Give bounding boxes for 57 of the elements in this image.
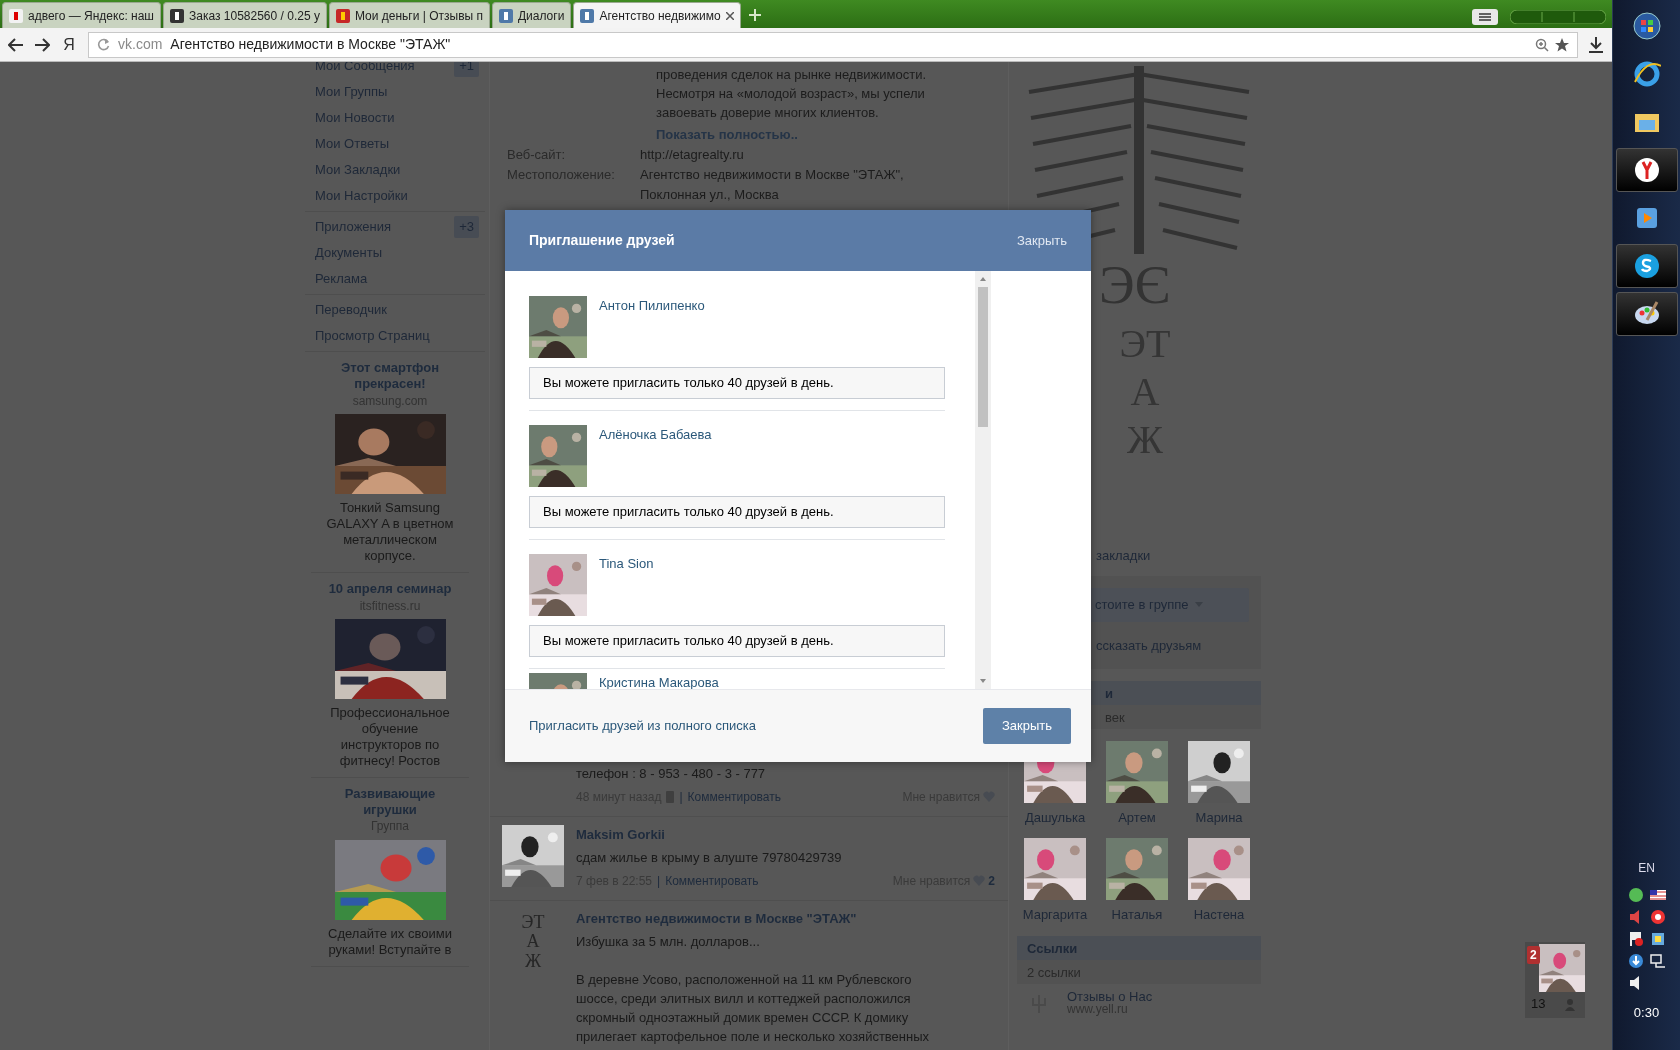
sidebar-item[interactable]: Реклама	[305, 266, 485, 292]
chat-widget[interactable]: 2 13	[1525, 942, 1585, 1018]
browser-tab[interactable]: Заказ 10582560 / 0.25 у	[163, 2, 327, 28]
field-value: Агентство недвижимости в Москве "ЭТАЖ", Поклонная ул., Москва	[640, 165, 904, 204]
bookmark-link[interactable]: закладки	[1096, 546, 1151, 566]
notice-message: Вы можете пригласить только 40 друзей в день.	[529, 496, 945, 528]
close-button[interactable]: Закрыть	[982, 708, 1071, 744]
separator: |	[657, 872, 661, 890]
sidebar-item[interactable]: Просмотр Страниц	[305, 323, 485, 349]
dialog-title: Приглашение друзей	[529, 231, 675, 250]
friend-name[interactable]: Настена	[1193, 904, 1245, 924]
friend-name[interactable]: Наталья	[1111, 904, 1163, 924]
post-text: В деревне Усово, расположенной на 11 км Рублевского шоссе, среди элитных вилл и коттеджей расположился скромный одноэтажный домик времен СССР. К домику прилегает картофельное поле и несколько хозяйственных	[576, 970, 931, 1046]
ad-text: Профессиональное обучение инструкторов по фитнесу! Ростов	[329, 705, 451, 769]
ad-title[interactable]: Этот смартфон прекрасен!	[321, 360, 459, 392]
friend-name[interactable]: Алёночка Бабаева	[599, 425, 712, 487]
sidebar-item[interactable]: Документы	[305, 240, 485, 266]
language-indicator[interactable]: EN	[1638, 858, 1655, 877]
browser-tab[interactable]: Диалоги	[491, 2, 572, 28]
post-text: сдам жилье в крыму в алуште 79780429739	[576, 849, 843, 867]
address-title: Агентство недвижимости в Москве "ЭТАЖ"	[170, 35, 451, 54]
separator: |	[679, 788, 683, 806]
friend-name[interactable]: Дашулька	[1024, 808, 1086, 828]
unread-badge: 2	[1527, 946, 1540, 964]
close-link[interactable]: Закрыть	[1016, 230, 1067, 251]
friend-name[interactable]: Артем	[1118, 808, 1156, 828]
friend-name[interactable]: Маргарита	[1022, 904, 1088, 924]
online-count: 13	[1531, 996, 1546, 1012]
notice-message: Вы можете пригласить только 40 друзей в день.	[529, 625, 945, 657]
comment-link[interactable]: Комментировать	[687, 787, 781, 806]
sidebar-item[interactable]: Переводчик	[305, 297, 485, 323]
browser-tab[interactable]: Мои деньги | Отзывы п	[328, 2, 490, 28]
friend-name[interactable]: Марина	[1195, 808, 1243, 828]
link-title[interactable]: Отзывы о Нас	[1067, 990, 1153, 1003]
post-text: Избушка за 5 млн. долларов...	[576, 933, 761, 951]
browser-tab[interactable]: Агентство недвижимо	[573, 2, 741, 28]
post-author[interactable]: Maksim Gorkii	[576, 824, 998, 844]
post-author[interactable]: Агентство недвижимости в Москве "ЭТАЖ"	[576, 908, 998, 928]
address-host: vk.com	[118, 35, 163, 54]
invite-link[interactable]: Пригласить друзей из полного списка	[529, 716, 756, 736]
notice-message: Вы можете пригласить только 40 друзей в день.	[529, 367, 945, 399]
address-field[interactable]: vk.com Агентство недвижимости в Москве "ЭТАЖ"	[88, 31, 1578, 58]
friend-name[interactable]: Кристина Макарова	[599, 673, 719, 689]
field-value: http://etagrealty.ru	[640, 145, 744, 164]
ad-text: Тонкий Samsung GALAXY A в цветном металлическом корпусе.	[325, 500, 455, 564]
ad-title[interactable]: Развивающие игрушки	[321, 785, 459, 818]
browser-tab[interactable]: адвего — Яндекс: наш	[2, 2, 161, 28]
friend-name[interactable]: Tina Sion	[599, 554, 654, 616]
post-text: телефон : 8 - 953 - 480 - 3 - 777	[576, 765, 767, 783]
ad-text: Сделайте их своими руками! Вступайте в	[327, 926, 453, 958]
comment-link[interactable]: Комментировать	[665, 871, 759, 890]
yandex-button[interactable]: Я	[60, 31, 78, 58]
clock[interactable]: 0:30	[1633, 1002, 1660, 1022]
friend-name[interactable]: Антон Пилипенко	[599, 296, 705, 358]
ad-title[interactable]: 10 апреля семинар	[321, 580, 459, 597]
description-text: проведения сделок на рынке недвижимости. Несмотря на «молодой возраст», мы успели завоевать доверие многих клиентов.	[655, 66, 928, 122]
like-count: 2	[988, 872, 995, 890]
